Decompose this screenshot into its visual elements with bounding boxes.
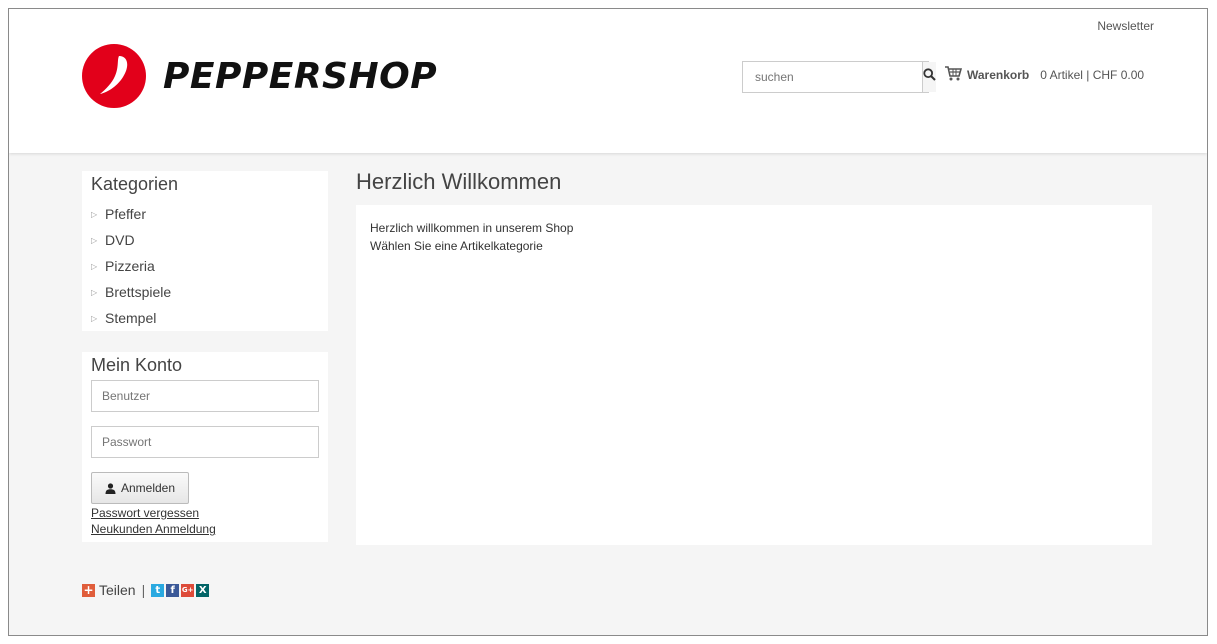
facebook-icon[interactable]: f — [166, 583, 180, 597]
category-item-pizzeria[interactable]: ▷ Pizzeria — [91, 253, 171, 279]
xing-icon[interactable]: X — [196, 583, 210, 597]
plus-icon[interactable]: + — [82, 583, 95, 597]
category-item-stempel[interactable]: ▷ Stempel — [91, 305, 171, 331]
register-link[interactable]: Neukunden Anmeldung — [91, 522, 216, 536]
newsletter-link[interactable]: Newsletter — [1097, 19, 1154, 33]
twitter-icon[interactable]: t — [151, 583, 165, 597]
site-header: Newsletter PEPPERSHOP suchen Warenkorb 0… — [9, 9, 1207, 153]
account-panel: Mein Konto Anmelden Passwort vergessen N… — [82, 352, 328, 542]
triangle-right-icon: ▷ — [91, 287, 98, 297]
forgot-password-link[interactable]: Passwort vergessen — [91, 506, 199, 520]
category-item-pfeffer[interactable]: ▷ Pfeffer — [91, 201, 171, 227]
categories-panel: Kategorien ▷ Pfeffer ▷ DVD ▷ Pizzeria ▷ … — [82, 171, 328, 331]
site-logo[interactable]: PEPPERSHOP — [82, 44, 437, 108]
category-label: Pfeffer — [105, 206, 146, 222]
category-list: ▷ Pfeffer ▷ DVD ▷ Pizzeria ▷ Brettspiele… — [91, 201, 171, 331]
category-item-brettspiele[interactable]: ▷ Brettspiele — [91, 279, 171, 305]
share-label[interactable]: Teilen — [99, 582, 136, 598]
content-panel: Herzlich willkommen in unserem Shop Wähl… — [356, 205, 1152, 545]
triangle-right-icon: ▷ — [91, 261, 98, 271]
cart-label[interactable]: Warenkorb — [967, 68, 1029, 82]
share-separator: | — [141, 582, 146, 598]
cart-summary[interactable]: Warenkorb 0 Artikel | CHF 0.00 — [944, 65, 1144, 84]
categories-title: Kategorien — [91, 174, 179, 194]
search-button[interactable] — [922, 62, 936, 92]
user-icon — [105, 482, 116, 494]
share-bar: + Teilen | t f G+ X — [82, 582, 210, 598]
login-button-label: Anmelden — [120, 481, 176, 495]
google-plus-icon[interactable]: G+ — [181, 583, 195, 597]
shopping-cart-icon — [944, 65, 963, 84]
login-button[interactable]: Anmelden — [91, 472, 189, 504]
instruction-line: Wählen Sie eine Artikelkategorie — [370, 239, 543, 253]
triangle-right-icon: ▷ — [91, 209, 98, 219]
magnifier-icon — [923, 68, 936, 86]
triangle-right-icon: ▷ — [91, 235, 98, 245]
search-input[interactable] — [743, 62, 922, 92]
cart-info: 0 Artikel | CHF 0.00 — [1040, 67, 1145, 82]
welcome-line: Herzlich willkommen in unserem Shop — [370, 221, 574, 235]
password-field[interactable] — [91, 426, 319, 458]
category-label: Stempel — [105, 310, 157, 326]
search-box — [742, 61, 936, 93]
page-title: Herzlich Willkommen — [356, 169, 562, 194]
page-frame: Newsletter PEPPERSHOP suchen Warenkorb 0… — [8, 8, 1208, 636]
category-item-dvd[interactable]: ▷ DVD — [91, 227, 171, 253]
pepper-logo-icon — [82, 44, 146, 108]
account-title: Mein Konto — [91, 355, 183, 375]
logo-text: PEPPERSHOP — [163, 55, 438, 97]
category-label: Pizzeria — [105, 258, 155, 274]
welcome-text: Herzlich willkommen in unserem Shop Wähl… — [370, 219, 573, 255]
username-field[interactable] — [91, 380, 319, 412]
category-label: DVD — [105, 232, 135, 248]
triangle-right-icon: ▷ — [91, 313, 98, 323]
category-label: Brettspiele — [105, 284, 172, 300]
